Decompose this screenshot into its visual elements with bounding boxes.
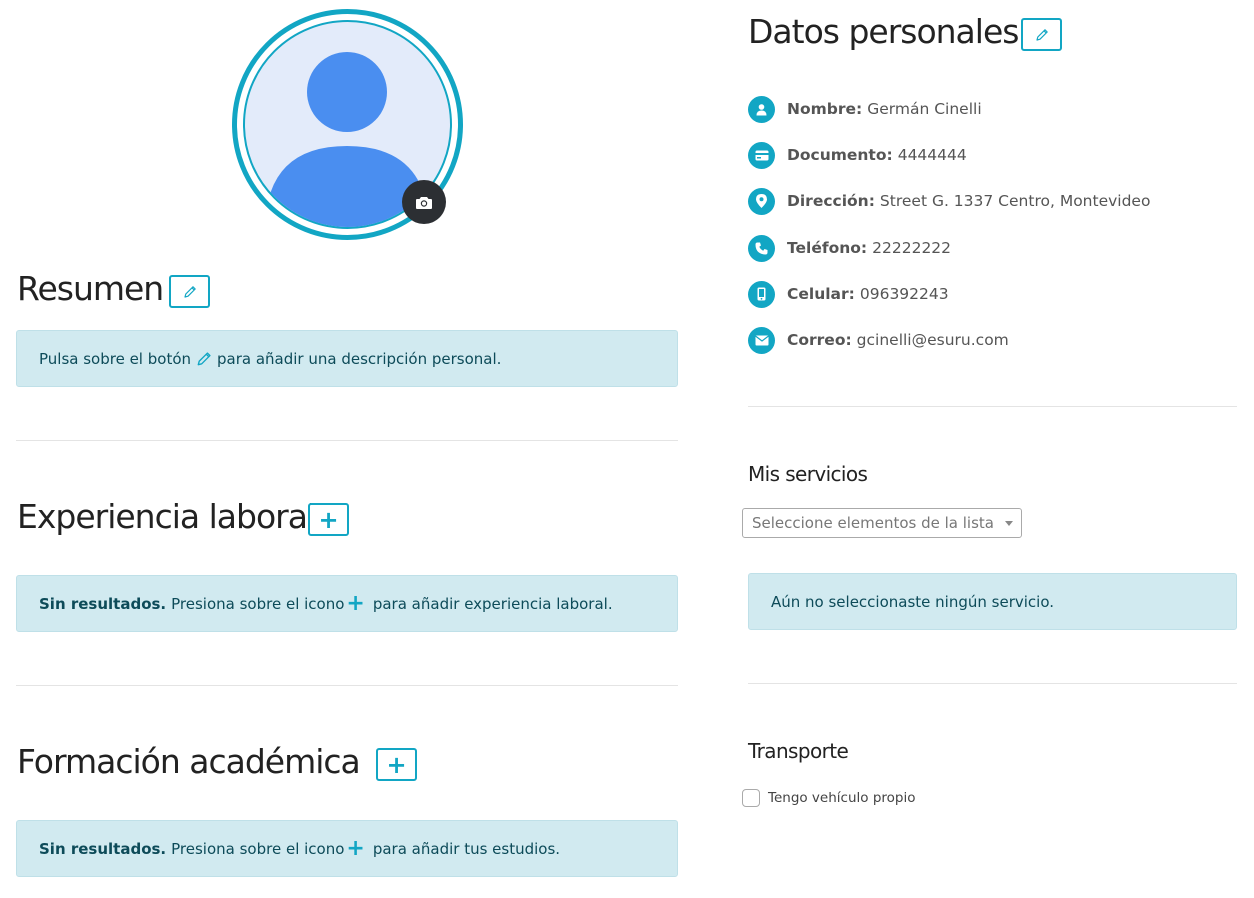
info-row-telefono: Teléfono: 22222222: [748, 234, 951, 262]
info-row-documento: Documento: 4444444: [748, 141, 967, 169]
info-value: 096392243: [859, 285, 949, 303]
info-value: Germán Cinelli: [867, 100, 982, 118]
formacion-title: Formación académica: [17, 742, 361, 781]
servicios-alert: Aún no seleccionaste ningún servicio.: [748, 573, 1237, 630]
resumen-alert: Pulsa sobre el botón para añadir una des…: [16, 330, 678, 387]
formacion-alert-text-after: para añadir tus estudios.: [372, 839, 561, 858]
user-icon: [748, 95, 775, 123]
info-row-direccion: Dirección: Street G. 1337 Centro, Montev…: [748, 187, 1150, 215]
experiencia-title: Experiencia laboral: [17, 497, 316, 536]
formacion-alert: Sin resultados. Presiona sobre el icono …: [16, 820, 678, 877]
phone-icon: [748, 234, 775, 262]
add-experiencia-button[interactable]: +: [308, 503, 349, 536]
info-label: Dirección:: [787, 192, 875, 210]
info-value: 22222222: [872, 239, 952, 257]
caret-down-icon: [1005, 521, 1013, 526]
map-pin-icon: [748, 187, 775, 215]
camera-icon: [416, 196, 432, 209]
mobile-icon: [748, 280, 775, 308]
edit-resumen-button[interactable]: [169, 275, 210, 308]
info-label: Teléfono:: [787, 239, 868, 257]
experiencia-alert: Sin resultados. Presiona sobre el icono …: [16, 575, 678, 632]
plus-icon: +: [346, 590, 365, 616]
datos-personales-title: Datos personales: [748, 12, 1019, 51]
info-label: Correo:: [787, 331, 852, 349]
pencil-icon: [183, 285, 196, 298]
pencil-icon: [1035, 28, 1048, 41]
divider: [748, 406, 1237, 407]
divider: [16, 440, 678, 441]
plus-icon: +: [386, 750, 407, 779]
resumen-title: Resumen: [17, 269, 164, 308]
info-label: Nombre:: [787, 100, 863, 118]
servicios-alert-text: Aún no seleccionaste ningún servicio.: [771, 592, 1055, 611]
plus-icon: +: [318, 505, 339, 534]
plus-icon: +: [346, 835, 365, 861]
transporte-title: Transporte: [748, 739, 849, 763]
servicios-select-placeholder: Seleccione elementos de la lista: [752, 514, 994, 532]
info-value: 4444444: [897, 146, 967, 164]
vehiculo-propio-checkbox[interactable]: [742, 789, 760, 807]
info-value: gcinelli@esuru.com: [856, 331, 1009, 349]
formacion-alert-text-before: Presiona sobre el icono: [171, 839, 345, 858]
info-label: Celular:: [787, 285, 855, 303]
info-label: Documento:: [787, 146, 893, 164]
experiencia-alert-text-before: Presiona sobre el icono: [171, 594, 345, 613]
info-row-nombre: Nombre: Germán Cinelli: [748, 95, 982, 123]
resumen-alert-text-after: para añadir una descripción personal.: [217, 349, 502, 368]
edit-datos-button[interactable]: [1021, 18, 1062, 51]
divider: [748, 683, 1237, 684]
resumen-alert-text-before: Pulsa sobre el botón: [39, 349, 192, 368]
vehiculo-propio-label[interactable]: Tengo vehículo propio: [768, 789, 915, 807]
info-value: Street G. 1337 Centro, Montevideo: [879, 192, 1151, 210]
pencil-icon: [197, 351, 211, 365]
servicios-title: Mis servicios: [748, 462, 868, 486]
info-row-celular: Celular: 096392243: [748, 280, 949, 308]
formacion-alert-bold: Sin resultados.: [39, 839, 167, 858]
add-formacion-button[interactable]: +: [376, 748, 417, 781]
credit-card-icon: [748, 141, 775, 169]
divider: [16, 685, 678, 686]
info-row-correo: Correo: gcinelli@esuru.com: [748, 326, 1009, 354]
envelope-icon: [748, 326, 775, 354]
experiencia-alert-bold: Sin resultados.: [39, 594, 167, 613]
experiencia-alert-text-after: para añadir experiencia laboral.: [372, 594, 613, 613]
change-photo-button[interactable]: [402, 180, 446, 224]
servicios-select[interactable]: Seleccione elementos de la lista: [742, 508, 1022, 538]
